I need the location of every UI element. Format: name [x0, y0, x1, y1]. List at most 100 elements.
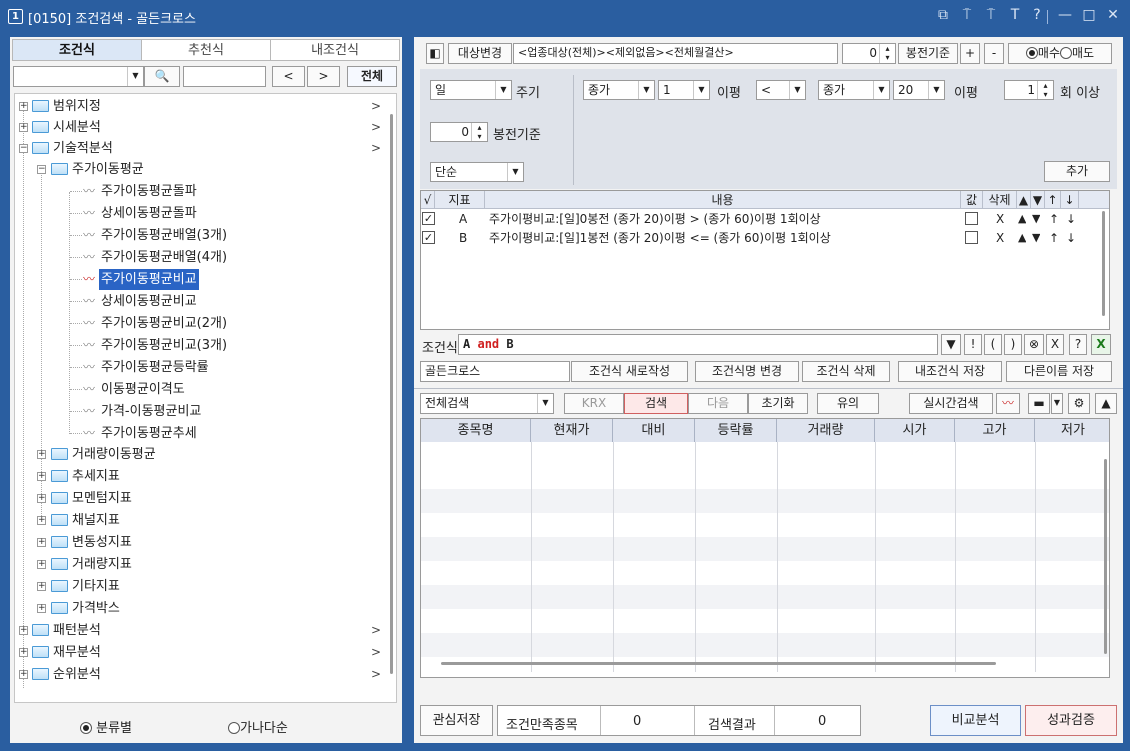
restore-icon[interactable]: ⧉ — [934, 7, 952, 23]
clear-button[interactable]: X — [1046, 334, 1064, 355]
help-button[interactable]: ? — [1069, 334, 1087, 355]
period-select[interactable]: 일 ▼ — [430, 80, 512, 100]
bong-stepper-2[interactable]: 0 ▴ ▾ — [430, 122, 488, 142]
chart-icon: 〰 — [83, 228, 96, 242]
rename-condition-button[interactable]: 조건식명 변경 — [695, 361, 799, 382]
tree-item-pattern[interactable]: + 패턴분석 > — [15, 620, 395, 641]
grid-scrollbar[interactable] — [1102, 211, 1105, 316]
tree-scrollbar[interactable] — [390, 114, 393, 674]
chart-icon[interactable]: 〰 — [996, 393, 1020, 414]
result-count: 0 — [818, 714, 827, 729]
buy-sell-radio[interactable]: 매수 매도 — [1008, 43, 1112, 64]
collapse-icon[interactable]: ▲ — [1095, 393, 1117, 414]
category-combo[interactable]: ▼ — [13, 66, 144, 87]
tree-item-technical[interactable]: − 기술적분석 > — [15, 138, 395, 159]
formula-field[interactable]: A and B — [458, 334, 938, 355]
radio-buy — [1025, 47, 1038, 59]
chevron-down-icon[interactable]: ▼ — [1051, 393, 1063, 414]
minus-button[interactable]: - — [984, 43, 1004, 64]
xor-icon[interactable]: ⊗ — [1024, 334, 1044, 355]
operator-select[interactable]: < ▼ — [756, 80, 806, 100]
tree-item-finance[interactable]: + 재무분석 > — [15, 642, 395, 663]
period-select-1[interactable]: 1 ▼ — [658, 80, 710, 100]
formula-dropdown[interactable]: ▼ — [941, 334, 961, 355]
price-select-1[interactable]: 종가 ▼ — [583, 80, 655, 100]
compare-analysis-button[interactable]: 비교분석 — [930, 705, 1021, 736]
panel-toggle-icon[interactable]: ◧ — [426, 43, 444, 64]
krx-button[interactable]: KRX — [564, 393, 624, 414]
plus-button[interactable]: + — [960, 43, 980, 64]
next-button[interactable]: > — [307, 66, 340, 87]
bong-stepper[interactable]: 0 ▴ ▾ — [842, 43, 896, 64]
bong-basis-button[interactable]: 봉전기준 — [898, 43, 958, 64]
value-checkbox — [965, 212, 978, 225]
gear-icon[interactable]: ⚙ — [1068, 393, 1090, 414]
all-button[interactable]: 전체 — [347, 66, 397, 87]
tree-item-price[interactable]: + 시세분석 > — [15, 117, 395, 138]
save-favorites-button[interactable]: 관심저장 — [420, 705, 493, 736]
search-icon: 🔍 — [154, 69, 170, 83]
performance-verify-button[interactable]: 성과검증 — [1025, 705, 1117, 736]
tree-item-ma[interactable]: − 주가이동평균 — [15, 159, 395, 180]
results-vscroll[interactable] — [1104, 459, 1107, 654]
tree-item-rank[interactable]: + 순위분석 > — [15, 664, 395, 685]
radio-sell — [1060, 47, 1072, 59]
caution-button[interactable]: 유의 — [817, 393, 879, 414]
prev-button[interactable]: < — [272, 66, 305, 87]
mode-select[interactable]: 단순 ▼ — [430, 162, 524, 182]
open-paren-button[interactable]: ( — [984, 334, 1002, 355]
change-target-button[interactable]: 대상변경 — [448, 43, 512, 64]
font-icon[interactable]: T — [1006, 7, 1024, 23]
target-field: <업종대상(전체)><제외없음><전체월결산> — [513, 43, 838, 64]
window-title: [0150] 조건검색 - 골든크로스 — [28, 12, 196, 27]
not-button[interactable]: ! — [964, 334, 982, 355]
chart-icon: 〰 — [83, 250, 96, 264]
next-page-button[interactable]: 다음 — [688, 393, 748, 414]
tab-my-condition[interactable]: 내조건식 — [270, 39, 400, 61]
period-select-2[interactable]: 20 ▼ — [893, 80, 945, 100]
chart-icon: 〰 — [83, 294, 96, 308]
save-condition-button[interactable]: 내조건식 저장 — [898, 361, 1002, 382]
reset-button[interactable]: 초기화 — [748, 393, 808, 414]
right-panel: ◧ 대상변경 <업종대상(전체)><제외없음><전체월결산> 0 ▴ ▾ 봉전기준 … — [414, 37, 1123, 743]
radio-by-category[interactable]: 분류별 — [80, 717, 132, 736]
delete-condition-button[interactable]: 조건식 삭제 — [802, 361, 890, 382]
new-condition-button[interactable]: 조건식 새로작성 — [571, 361, 688, 382]
maximize-icon[interactable]: □ — [1080, 7, 1098, 23]
value-checkbox — [965, 231, 978, 244]
tab-condition[interactable]: 조건식 — [12, 39, 142, 61]
close-icon[interactable]: ✕ — [1104, 7, 1122, 23]
left-panel: 조건식 추천식 내조건식 ▼ 🔍 < > 전체 + 범위지정 > + 시세분석 > − 기… — [10, 37, 402, 743]
check-icon: ✓ — [422, 212, 435, 225]
pin-icon[interactable]: ⍑ — [958, 7, 976, 23]
radio-alphabetical[interactable]: 가나다순 — [228, 717, 288, 736]
add-button[interactable]: 추가 — [1044, 161, 1110, 182]
close-paren-button[interactable]: ) — [1004, 334, 1022, 355]
chart-icon: 〰 — [83, 426, 96, 440]
minimize-icon[interactable]: — — [1056, 7, 1074, 23]
chart-icon: 〰 — [83, 272, 96, 286]
search-run-button[interactable]: 검색 — [624, 393, 688, 414]
chart-icon: 〰 — [83, 338, 96, 352]
chart-icon: 〰 — [83, 184, 96, 198]
formula-label: 조건식 — [422, 341, 458, 356]
search-scope-select[interactable]: 전체검색 ▼ — [420, 393, 554, 414]
tree-item-range[interactable]: + 범위지정 > — [15, 96, 395, 117]
help-icon[interactable]: ? — [1028, 7, 1046, 23]
search-button[interactable]: 🔍 — [144, 66, 180, 87]
save-as-button[interactable]: 다른이름 저장 — [1006, 361, 1112, 382]
result-summary: 조건만족종목 0 검색결과 0 — [497, 705, 861, 736]
column-icon[interactable]: ▬ — [1028, 393, 1050, 414]
condition-tree: + 범위지정 > + 시세분석 > − 기술적분석 > − 주가이동평균 〰 주가이동평균돌파 … — [14, 93, 397, 703]
results-hscroll[interactable] — [441, 662, 996, 665]
pin-all-icon[interactable]: ⍑ — [982, 7, 1000, 23]
times-stepper[interactable]: 1 ▴ ▾ — [1004, 80, 1054, 100]
price-select-2[interactable]: 종가 ▼ — [818, 80, 890, 100]
realtime-search-button[interactable]: 실시간검색 — [909, 393, 993, 414]
tab-recommend[interactable]: 추천식 — [141, 39, 271, 61]
excel-icon[interactable]: X — [1091, 334, 1111, 355]
chart-icon: 〰 — [83, 206, 96, 220]
search-input[interactable] — [183, 66, 266, 87]
condition-name-input[interactable]: 골든크로스 — [420, 361, 570, 382]
chart-icon: 〰 — [83, 360, 96, 374]
